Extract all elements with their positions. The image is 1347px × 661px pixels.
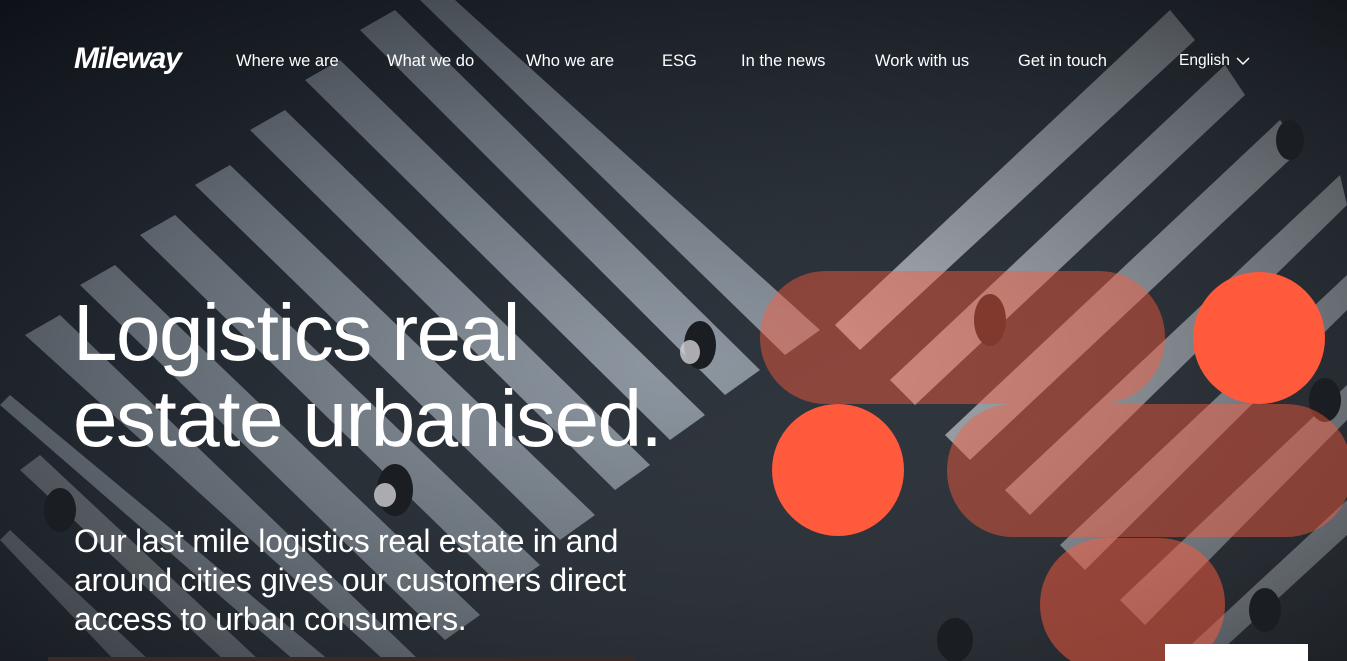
nav-get-in-touch[interactable]: Get in touch	[1018, 52, 1107, 71]
main-navigation: Mileway Where we are What we do Who we a…	[0, 0, 1347, 124]
hero-headline: Logistics real estate urbanised.	[73, 290, 793, 462]
nav-work-with-us[interactable]: Work with us	[875, 52, 969, 71]
nav-in-the-news[interactable]: In the news	[741, 52, 825, 71]
nav-esg[interactable]: ESG	[662, 52, 697, 71]
nav-who-we-are[interactable]: Who we are	[526, 52, 614, 71]
nav-where-we-are[interactable]: Where we are	[236, 52, 339, 71]
hero-section: Mileway Where we are What we do Who we a…	[0, 0, 1347, 661]
chevron-down-icon	[1236, 56, 1250, 65]
bottom-strip	[48, 657, 636, 661]
hero-headline-line1: Logistics real	[73, 288, 520, 377]
hero-subtext: Our last mile logistics real estate in a…	[74, 523, 626, 637]
language-selector[interactable]: English	[1179, 52, 1250, 70]
hero-headline-line2: estate urbanised.	[73, 374, 663, 463]
nav-what-we-do[interactable]: What we do	[387, 52, 474, 71]
language-label: English	[1179, 52, 1230, 69]
corner-widget[interactable]	[1165, 644, 1308, 661]
mileway-logo[interactable]: Mileway	[74, 42, 182, 76]
